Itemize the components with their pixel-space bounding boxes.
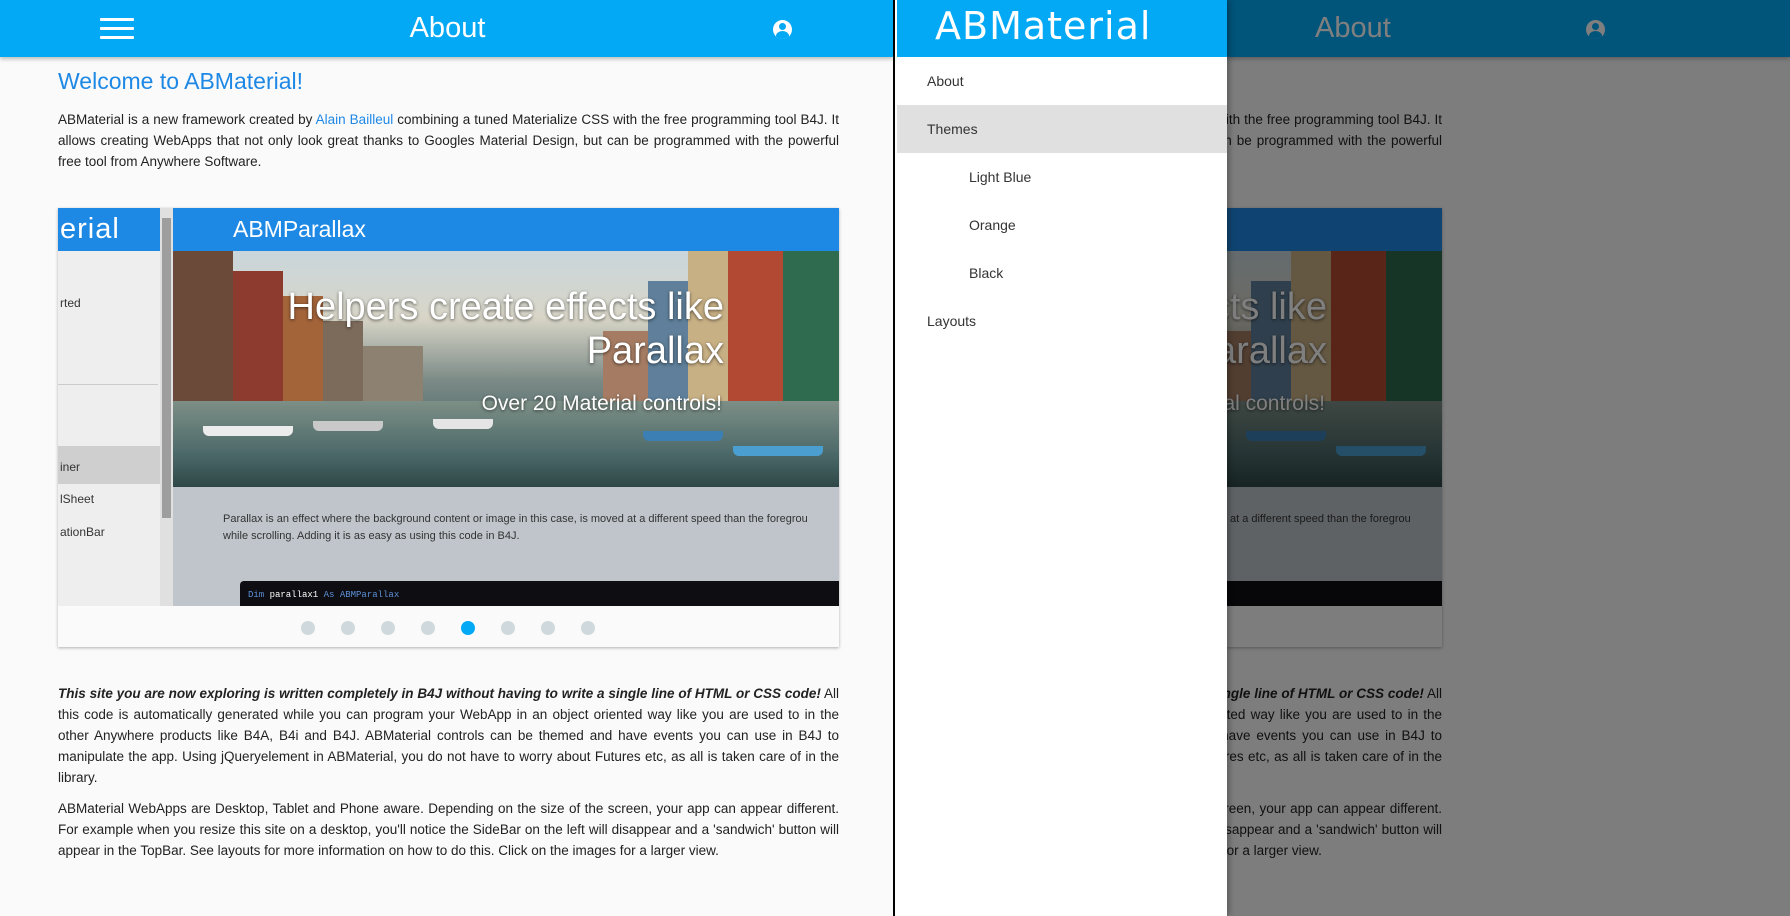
image-carousel[interactable]: erial rted iner lSheet ationBar ABMParal… [58,208,839,647]
side-drawer: ABMaterial About Themes Light Blue Orange Bl… [897,0,1227,916]
welcome-heading: Welcome to ABMaterial! [58,68,304,94]
slide-scrollbar [160,208,173,606]
intro-paragraph: ABMaterial is a new framework created by… [58,109,839,172]
drawer-item-light-blue[interactable]: Light Blue [897,153,1227,201]
main-content: Welcome to ABMaterial! ABMaterial is a n… [58,57,839,871]
carousel-dot[interactable] [301,621,315,635]
carousel-dot[interactable] [541,621,555,635]
slide-description: Parallax is an effect where the backgrou… [223,511,839,545]
slide-desc-line: Parallax is an effect where the backgrou… [223,513,808,525]
responsive-paragraph: ABMaterial WebApps are Desktop, Tablet a… [58,801,839,858]
drawer-item-layouts[interactable]: Layouts [897,297,1227,345]
slide-sidebar-item: ationBar [60,525,105,539]
slide-subtitle: Over 20 Material controls! [481,392,722,415]
carousel-dot[interactable] [421,621,435,635]
carousel-dot[interactable] [341,621,355,635]
top-bar: About [0,0,893,57]
slide-sidebar: erial rted iner lSheet ationBar [58,208,173,606]
page-view-with-drawer: About Welcome to ABMaterial! ABMaterial … [897,0,1790,916]
account-circle-icon[interactable] [773,20,792,39]
author-link[interactable]: Alain Bailleul [316,112,394,127]
slide-desc-line: while scrolling. Adding it is as easy as… [223,530,520,542]
slide-sidebar-item: rted [60,296,81,310]
slide-code-line: Dim parallax1 As ABMParallax [248,590,399,600]
drawer-logo: ABMaterial [897,0,1227,57]
carousel-indicators [58,606,839,647]
code-keyword: Dim [248,590,265,600]
drawer-item-black[interactable]: Black [897,249,1227,297]
code-keyword: As ABMParallax [323,590,400,600]
bold-statement: This site you are now exploring is writt… [58,686,821,701]
drawer-item-about[interactable]: About [897,57,1227,105]
slide-title-line1: Helpers create effects like [287,286,725,328]
slide-logo: erial [58,208,173,251]
carousel-dot[interactable] [581,621,595,635]
intro-text-start: ABMaterial is a new framework created by [58,112,316,127]
slide-title-line2: Parallax [586,330,724,372]
b4j-paragraph: This site you are now exploring is writt… [58,683,839,788]
slide-sidebar-item: iner [60,460,81,474]
page-view: About Welcome to ABMaterial! ABMaterial … [0,0,895,916]
drawer-menu: About Themes Light Blue Orange Black Layouts [897,57,1227,345]
slide-header: ABMParallax [173,208,839,251]
carousel-dot[interactable] [461,621,475,635]
drawer-item-orange[interactable]: Orange [897,201,1227,249]
page-title: About [409,12,486,44]
slide-sidebar-item: lSheet [60,492,95,506]
carousel-dot[interactable] [381,621,395,635]
drawer-item-themes[interactable]: Themes [897,105,1227,153]
code-variable: parallax1 [264,590,324,600]
carousel-dot[interactable] [501,621,515,635]
slide-header-title: ABMParallax [233,216,366,242]
slide-code-block: Dim parallax1 As ABMParallax [240,581,839,606]
carousel-slide[interactable]: erial rted iner lSheet ationBar ABMParal… [58,208,839,606]
slide-sidebar-divider [58,384,158,385]
